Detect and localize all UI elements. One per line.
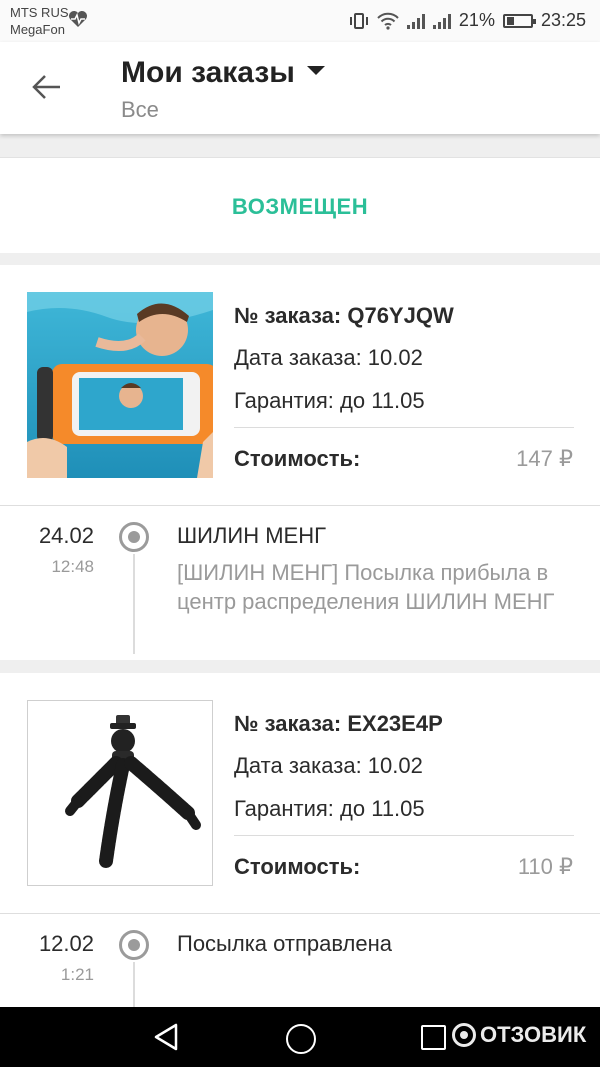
divider (0, 505, 600, 506)
tracking-title: Посылка отправлена (177, 931, 393, 956)
wifi-icon (377, 12, 399, 30)
divider (234, 835, 574, 836)
carrier-2: MegaFon (10, 22, 65, 37)
refund-status-label: ВОЗМЕЩЕН (231, 194, 369, 219)
tracking-description: [ШИЛИН МЕНГ] Посылка прибыла в центр рас… (177, 560, 555, 614)
tracking-time: 1:21 (60, 965, 94, 984)
timeline-line (133, 554, 135, 654)
order-card[interactable]: № заказа: EX23E4P Дата заказа: 10.02 Гар… (0, 673, 600, 1007)
watermark-text: ОТЗОВИК (480, 1022, 587, 1047)
product-image[interactable] (27, 292, 213, 478)
clock: 23:25 (540, 10, 586, 30)
nav-back-icon[interactable] (152, 1022, 180, 1052)
tracking-date: 12.02 (38, 931, 94, 956)
waterproof-phone-case-photo (27, 292, 213, 478)
nav-home-icon[interactable] (286, 1024, 316, 1054)
heartbeat-icon (69, 11, 87, 27)
page-title-text: Мои заказы (121, 56, 295, 89)
product-image[interactable] (27, 700, 213, 886)
system-nav-bar: ОТЗОВИК (0, 1007, 600, 1067)
order-number: № заказа: EX23E4P (234, 711, 443, 736)
tracking-time: 12:48 (51, 557, 94, 576)
warranty: Гарантия: до 11.05 (234, 796, 425, 821)
signal-icon-2 (432, 13, 451, 29)
timeline-line (133, 962, 135, 1007)
refund-status-block: ВОЗМЕЩЕН (0, 157, 600, 253)
watermark-logo-icon (452, 1023, 476, 1047)
filter-subtitle: Все (121, 97, 159, 122)
cost-label: Стоимость: (234, 446, 361, 471)
chevron-down-icon[interactable] (306, 65, 325, 75)
cost-label: Стоимость: (234, 854, 361, 879)
battery-percent: 21% (458, 10, 495, 30)
flexible-tripod-photo (28, 701, 212, 885)
divider (234, 427, 574, 428)
page-title[interactable]: Мои заказы (121, 56, 325, 90)
signal-icon-1 (406, 13, 425, 29)
warranty: Гарантия: до 11.05 (234, 388, 425, 413)
timeline-dot-icon (119, 522, 149, 552)
cost-value: 110 ₽ (517, 854, 573, 879)
watermark: ОТЗОВИК (452, 1022, 586, 1048)
carrier-info: MTS RUS MegaFon (10, 4, 69, 38)
battery-icon (502, 13, 536, 28)
app-bar: Мои заказы Все (0, 42, 600, 134)
tracking-date: 24.02 (38, 523, 94, 548)
nav-recents-icon[interactable] (421, 1025, 446, 1050)
vibrate-icon (349, 12, 368, 29)
order-card[interactable]: № заказа: Q76YJQW Дата заказа: 10.02 Гар… (0, 265, 600, 660)
timeline-dot-icon (119, 930, 149, 960)
status-icons: 21% 23:25 (349, 10, 586, 31)
tracking-title: ШИЛИН МЕНГ (177, 523, 327, 548)
cost-value: 147 ₽ (516, 446, 573, 471)
order-number: № заказа: Q76YJQW (234, 303, 454, 328)
carrier-1: MTS RUS (10, 5, 69, 20)
status-bar: MTS RUS MegaFon 21% 23:25 (0, 0, 600, 42)
order-date: Дата заказа: 10.02 (234, 753, 423, 778)
back-arrow-icon[interactable] (30, 70, 64, 104)
order-date: Дата заказа: 10.02 (234, 345, 423, 370)
divider (0, 913, 600, 914)
